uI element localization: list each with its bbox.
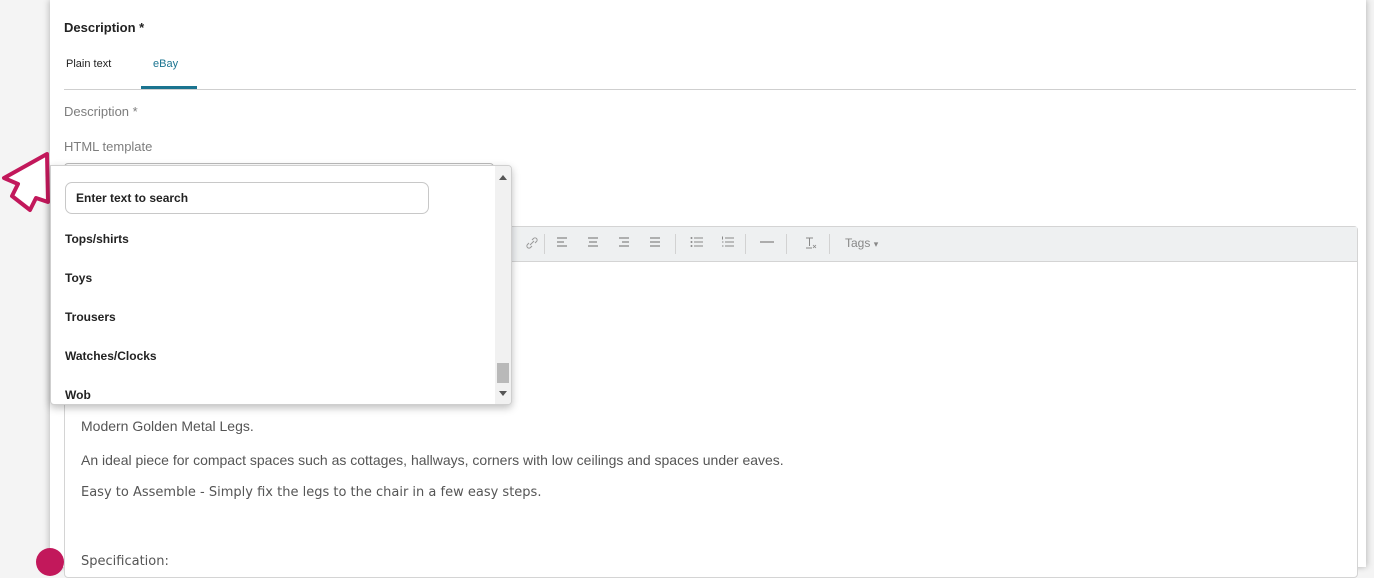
- dropdown-option[interactable]: Tops/shirts: [65, 232, 129, 246]
- dropdown-option[interactable]: Trousers: [65, 310, 116, 324]
- toolbar-separator: [829, 234, 830, 254]
- caret-down-icon: ▾: [873, 239, 879, 249]
- toolbar-separator: [544, 234, 545, 254]
- toolbar-separator: [675, 234, 676, 254]
- toolbar-separator: [786, 234, 787, 254]
- tags-label: Tags: [845, 236, 871, 250]
- align-center-icon[interactable]: [587, 236, 599, 251]
- scrollbar-thumb[interactable]: [497, 363, 509, 383]
- dropdown-option[interactable]: Wob: [65, 388, 91, 402]
- tab-plain-text[interactable]: Plain text: [66, 58, 111, 87]
- editor-text-line: Easy to Assemble - Simply fix the legs t…: [81, 485, 542, 500]
- align-justify-icon[interactable]: [649, 236, 661, 251]
- tabs-divider: [64, 89, 1356, 90]
- link-icon[interactable]: [525, 236, 539, 253]
- toolbar-separator: [745, 234, 746, 254]
- html-template-dropdown[interactable]: Tops/shirts Toys Trousers Watches/Clocks…: [50, 165, 512, 405]
- description-label: Description *: [64, 104, 138, 119]
- horizontal-rule-icon[interactable]: [760, 236, 774, 251]
- align-right-icon[interactable]: [618, 236, 630, 251]
- chat-widget-button[interactable]: [36, 548, 64, 576]
- numbered-list-icon[interactable]: [721, 236, 735, 251]
- tab-ebay[interactable]: eBay: [153, 58, 178, 87]
- section-title: Description *: [64, 20, 145, 35]
- dropdown-option[interactable]: Toys: [65, 271, 92, 285]
- html-template-label: HTML template: [64, 139, 153, 154]
- dropdown-search-input[interactable]: [65, 182, 429, 214]
- align-left-icon[interactable]: [556, 236, 568, 251]
- editor-text-line: An ideal piece for compact spaces such a…: [81, 452, 784, 468]
- editor-text-line: Modern Golden Metal Legs.: [81, 418, 254, 434]
- dropdown-scrollbar[interactable]: [495, 166, 511, 404]
- scroll-up-icon[interactable]: [499, 175, 507, 180]
- scroll-down-icon[interactable]: [499, 391, 507, 396]
- clear-format-icon[interactable]: [805, 236, 817, 253]
- bullet-list-icon[interactable]: [690, 236, 704, 251]
- tags-dropdown[interactable]: Tags ▾: [845, 236, 878, 251]
- dropdown-option[interactable]: Watches/Clocks: [65, 349, 157, 363]
